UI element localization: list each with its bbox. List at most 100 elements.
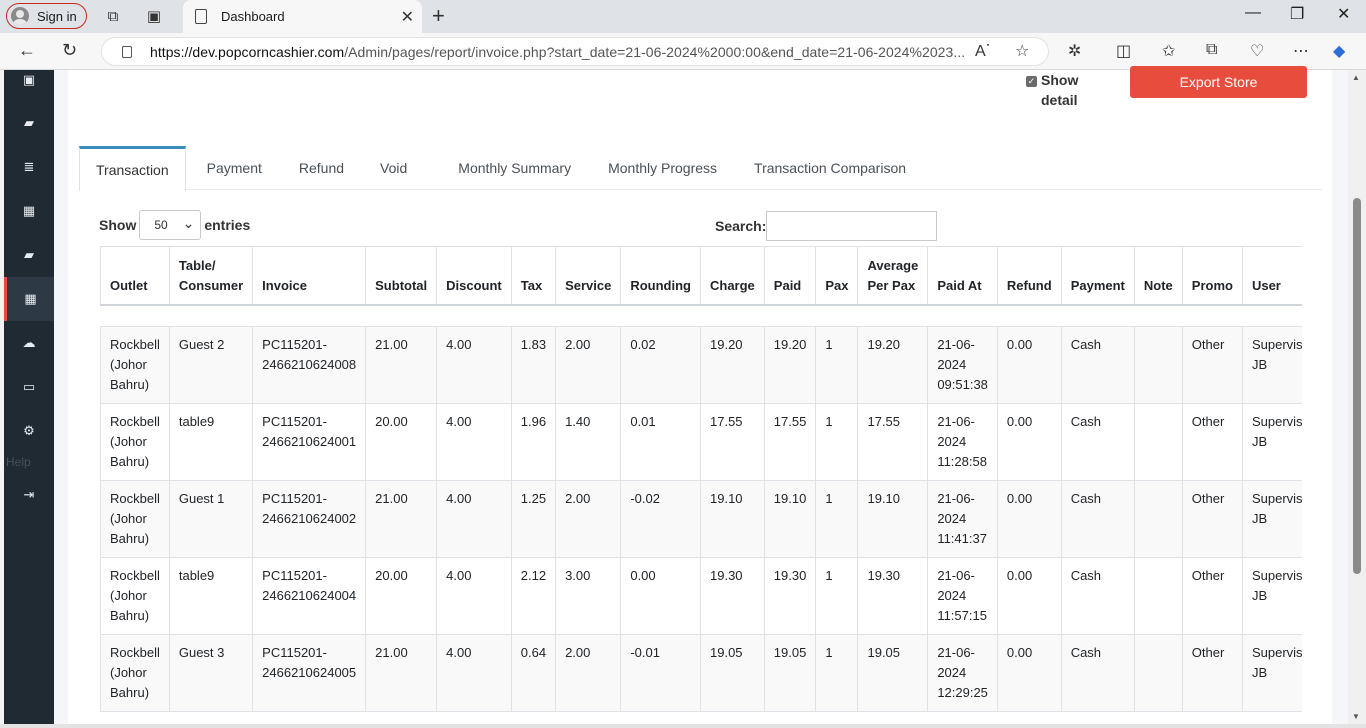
table-cell: 20.00 [365, 403, 438, 481]
tab-monthly-summary[interactable]: Monthly Summary [423, 146, 587, 190]
column-header-refund[interactable]: Refund [996, 246, 1062, 306]
column-header-pax[interactable]: Pax [815, 246, 859, 306]
table-cell: 1.96 [510, 403, 557, 481]
column-header-paid-at[interactable]: Paid At [927, 246, 998, 306]
column-header-invoice[interactable]: Invoice [252, 246, 367, 306]
table-cell: Other [1181, 480, 1243, 558]
table-cell: Other [1181, 634, 1243, 712]
table-cell: Rockbell (Johor Bahru) [100, 403, 170, 481]
table-cell: 21.00 [365, 480, 438, 558]
window-bottom-edge [0, 724, 1366, 728]
scroll-up-icon[interactable]: ▲ [1352, 73, 1360, 82]
column-header-note[interactable]: Note [1133, 246, 1183, 306]
cloud-icon[interactable]: ☁ [4, 321, 54, 365]
column-header-outlet[interactable]: Outlet [100, 246, 170, 306]
table-cell: 19.20 [700, 326, 765, 404]
read-aloud-icon[interactable]: Aᐝ [975, 41, 990, 61]
workspaces-icon[interactable]: ⧉ [103, 6, 123, 26]
favorite-star-icon[interactable]: ☆ [1015, 41, 1029, 61]
card-icon[interactable]: ▭ [4, 365, 54, 409]
checkbox-checked-icon[interactable]: ✓ [1026, 76, 1037, 87]
tab-transaction[interactable]: Transaction [79, 146, 186, 191]
browser-essentials-icon[interactable]: ♡ [1250, 41, 1264, 61]
column-header-paid[interactable]: Paid [763, 246, 817, 306]
close-window-icon[interactable]: ✕ [1337, 4, 1350, 24]
reload-icon[interactable]: ↻ [62, 40, 77, 61]
table-cell: 0.64 [510, 634, 557, 712]
sign-in-button[interactable]: Sign in [6, 3, 87, 29]
search-input[interactable] [766, 211, 938, 241]
report-card: ✓ Show detail Export Store Transaction Pa… [68, 66, 1332, 724]
column-header-discount[interactable]: Discount [436, 246, 512, 306]
more-menu-icon[interactable]: ⋯ [1293, 41, 1309, 61]
split-screen-icon[interactable]: ◫ [1116, 41, 1131, 61]
book-icon[interactable]: ▰ [4, 233, 54, 277]
column-header-user[interactable]: User [1241, 246, 1302, 306]
url-text: https://dev.popcorncashier.com/Admin/pag… [150, 43, 966, 60]
page-scrollbar[interactable]: ▲ ▼ [1348, 70, 1366, 724]
column-header-table-consumer[interactable]: Table/ Consumer [168, 246, 254, 306]
column-header-service[interactable]: Service [555, 246, 622, 306]
export-store-button[interactable]: Export Store [1130, 66, 1307, 98]
transaction-table-wrapper[interactable]: Outlet Table/ Consumer Invoice Subtotal Disc… [100, 246, 1302, 724]
column-header-charge[interactable]: Charge [700, 246, 765, 306]
scrollbar-thumb[interactable] [1353, 198, 1361, 574]
table-cell: 21.00 [365, 326, 438, 404]
table-cell: Cash [1060, 634, 1135, 712]
table-icon[interactable]: ▦ [4, 189, 54, 233]
column-header-average-per-pax[interactable]: Average Per Pax [857, 246, 929, 306]
table-cell: 2.00 [555, 480, 622, 558]
sign-in-label: Sign in [37, 8, 77, 24]
new-tab-icon[interactable]: + [432, 3, 445, 29]
entries-select[interactable]: 50 [139, 210, 202, 240]
minimize-icon[interactable]: — [1245, 4, 1261, 22]
logout-icon[interactable]: ⇥ [4, 473, 54, 517]
column-header-payment[interactable]: Payment [1060, 246, 1135, 306]
scroll-down-icon[interactable]: ▼ [1352, 712, 1360, 721]
table-cell: Cash [1060, 326, 1135, 404]
table-body: Rockbell (Johor Bahru) Guest 2 PC115201-24… [100, 304, 1302, 712]
show-detail-checkbox[interactable]: ✓ Show detail [1026, 70, 1111, 110]
table-cell: 0.00 [996, 326, 1062, 404]
column-header-rounding[interactable]: Rounding [620, 246, 701, 306]
table-cell [1133, 634, 1183, 712]
table-cell: 17.55 [857, 403, 929, 481]
book-icon[interactable]: ▰ [4, 101, 54, 145]
database-icon[interactable]: ≣ [4, 145, 54, 189]
close-tab-icon[interactable]: ✕ [401, 7, 414, 27]
tab-transaction-comparison[interactable]: Transaction Comparison [733, 146, 922, 190]
restore-icon[interactable]: ❐ [1290, 4, 1304, 24]
table-cell: Supervisor JB [1241, 557, 1302, 635]
table-cell: table9 [168, 403, 254, 481]
tab-actions-icon[interactable]: ▣ [144, 6, 164, 26]
tab-void[interactable]: Void [360, 146, 423, 190]
table-cell: 4.00 [436, 634, 512, 712]
tab-payment[interactable]: Payment [186, 146, 278, 190]
column-header-tax[interactable]: Tax [510, 246, 557, 306]
table-cell: 19.05 [700, 634, 765, 712]
table-cell: 19.30 [857, 557, 929, 635]
table-cell: PC115201-2466210624004 [252, 557, 367, 635]
tab-monthly-progress[interactable]: Monthly Progress [587, 146, 733, 190]
table-cell: 4.00 [436, 557, 512, 635]
browser-tab-title: Dashboard [221, 9, 285, 24]
table-cell: Other [1181, 403, 1243, 481]
collections-icon[interactable]: ⧉ [1206, 41, 1217, 59]
tab-refund[interactable]: Refund [278, 146, 360, 190]
extensions-icon[interactable]: ✲ [1068, 41, 1081, 61]
favorites-icon[interactable]: ✩ [1162, 41, 1175, 61]
money-icon[interactable]: ▣ [4, 58, 54, 102]
gear-icon[interactable]: ⚙ [4, 409, 54, 453]
table-cell: PC115201-2466210624005 [252, 634, 367, 712]
url-input[interactable]: https://dev.popcorncashier.com/Admin/pag… [101, 37, 1049, 66]
table-cell: Supervisor JB [1241, 403, 1302, 481]
help-label[interactable]: Help [4, 455, 31, 469]
column-header-promo[interactable]: Promo [1181, 246, 1243, 306]
table-cell [1133, 480, 1183, 558]
table-cell: -0.01 [620, 634, 701, 712]
copilot-icon[interactable]: ◆ [1333, 41, 1345, 61]
table-cell: Rockbell (Johor Bahru) [100, 326, 170, 404]
browser-tab-dashboard[interactable]: Dashboard ✕ [183, 0, 422, 33]
column-header-subtotal[interactable]: Subtotal [365, 246, 438, 306]
table-icon[interactable]: ▦ [4, 277, 54, 321]
